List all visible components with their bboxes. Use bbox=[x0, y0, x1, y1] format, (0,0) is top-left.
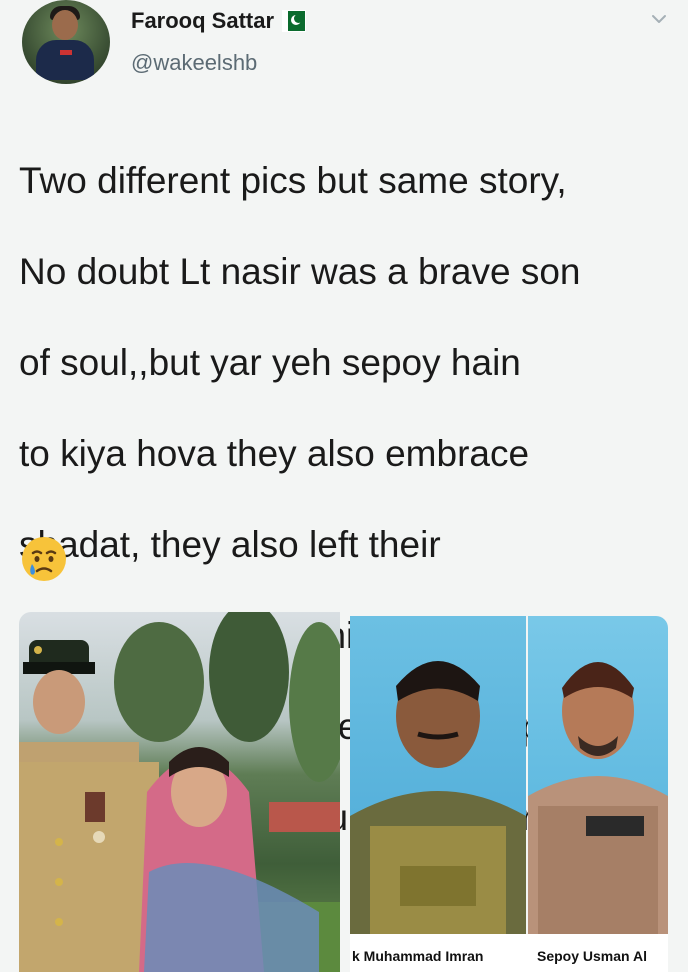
tweet-line: No doubt Lt nasir was a brave son bbox=[19, 250, 581, 292]
sepoy-2-illustration bbox=[528, 662, 668, 934]
crying-face-emoji bbox=[22, 537, 66, 581]
sepoy-photo-1[interactable] bbox=[350, 616, 526, 934]
tweet-line: of soul,,but yar yeh sepoy hain bbox=[19, 341, 521, 383]
caption-sepoy-1: k Muhammad Imran bbox=[352, 948, 484, 964]
avatar[interactable] bbox=[22, 0, 110, 84]
avatar-head bbox=[52, 10, 78, 40]
tweet-line: shadat, they also left their bbox=[19, 523, 441, 565]
pakistan-flag-icon bbox=[282, 10, 307, 32]
avatar-shirt-logo bbox=[60, 50, 72, 55]
name-row: Farooq Sattar bbox=[131, 8, 307, 34]
sepoy-photo-2[interactable] bbox=[528, 616, 668, 934]
avatar-body bbox=[36, 40, 94, 80]
caption-sepoy-2: Sepoy Usman Al bbox=[537, 948, 647, 964]
user-name[interactable]: Farooq Sattar bbox=[131, 8, 274, 34]
tweet-line: Two different pics but same story, bbox=[19, 159, 567, 201]
tweet-line: to kiya hova they also embrace bbox=[19, 432, 530, 474]
officer-photo-illustration bbox=[19, 612, 340, 972]
user-handle[interactable]: @wakeelshb bbox=[131, 50, 257, 76]
officer-and-mother-photo[interactable] bbox=[19, 612, 340, 972]
chevron-down-icon[interactable] bbox=[650, 10, 668, 28]
sepoy-1-illustration bbox=[350, 661, 526, 934]
